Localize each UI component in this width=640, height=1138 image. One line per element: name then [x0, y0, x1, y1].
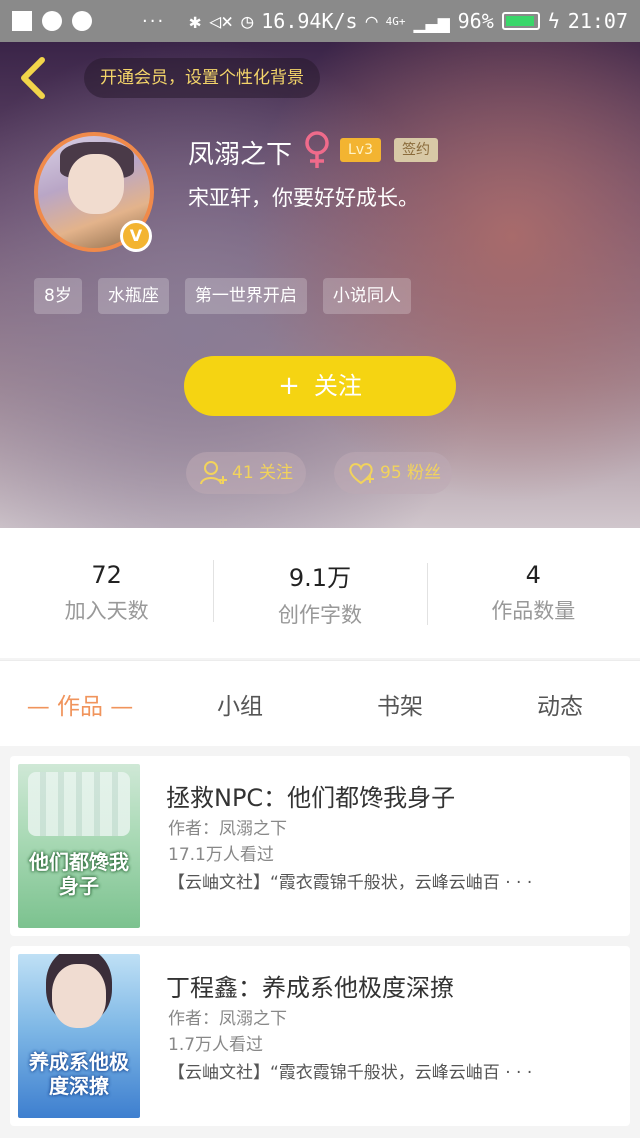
- stat-join-days: 72 加入天数: [0, 561, 213, 625]
- add-user-icon: [200, 461, 227, 485]
- stat-word-count: 9.1万 创作字数: [213, 558, 426, 629]
- avatar-face: [68, 154, 124, 214]
- stat-label: 加入天数: [64, 599, 149, 623]
- work-cover: 养成系他极度深撩: [18, 954, 140, 1118]
- tag-world: 第一世界开启: [184, 278, 307, 314]
- tab-groups[interactable]: 小组: [160, 687, 320, 721]
- battery-percent: 96%: [457, 9, 494, 33]
- status-bar: ··· ✱ ◁× ◷ 16.94K/s ◠ 4G+ ▁▃▅ 96% ϟ 21:0…: [0, 0, 640, 42]
- profile-tags: 8岁 水瓶座 第一世界开启 小说同人: [34, 278, 411, 314]
- level-badge: Lv3: [340, 138, 381, 162]
- work-description: 【云岫文社】“霞衣霞锦千般状，云峰云岫百 · · ·: [168, 1063, 533, 1083]
- mute-icon: ◁×: [209, 9, 234, 33]
- tab-works[interactable]: — 作品 —: [0, 687, 160, 721]
- stat-value: 4: [525, 561, 541, 589]
- signal-icon: ▁▃▅: [413, 9, 450, 33]
- more-notifications-icon: ···: [142, 10, 166, 32]
- cover-title: 养成系他极度深撩: [29, 1050, 129, 1098]
- stat-label: 创作字数: [277, 602, 362, 627]
- work-author: 作者：凤溺之下: [168, 1009, 287, 1029]
- battery-icon: [501, 12, 540, 30]
- tag-zodiac: 水瓶座: [97, 278, 169, 314]
- work-card[interactable]: 养成系他极度深撩 丁程鑫：养成系他极度深撩 作者：凤溺之下 1.7万人看过 【云…: [10, 946, 630, 1126]
- profile-header: 开通会员，设置个性化背景 V 凤溺之下 Lv3 签约 宋亚轩，你要好好成长。 8…: [0, 42, 640, 528]
- stat-value: 72: [91, 561, 122, 589]
- tab-bookshelf[interactable]: 书架: [320, 687, 480, 721]
- alarm-icon: ◷: [241, 9, 254, 33]
- female-icon: [305, 131, 329, 168]
- fans-count-button[interactable]: 95 粉丝: [334, 452, 452, 494]
- wifi-icon: ◠: [365, 9, 378, 33]
- work-card[interactable]: 他们都馋我身子 拯救NPC：他们都馋我身子 作者：凤溺之下 17.1万人看过 【…: [10, 756, 630, 936]
- signed-badge: 签约: [394, 138, 438, 162]
- verified-badge: V: [120, 220, 152, 252]
- vip-background-banner[interactable]: 开通会员，设置个性化背景: [84, 58, 320, 98]
- clock: 21:07: [567, 9, 628, 33]
- work-views: 1.7万人看过: [168, 1035, 264, 1055]
- following-count-button[interactable]: 41 关注: [186, 452, 306, 494]
- back-button[interactable]: [14, 56, 54, 100]
- search-app-icon: [42, 11, 62, 31]
- bluetooth-icon: ✱: [189, 9, 202, 33]
- heart-plus-icon: [349, 463, 374, 485]
- browser-app-icon: [72, 11, 92, 31]
- work-title: 拯救NPC：他们都馋我身子: [166, 784, 456, 812]
- work-views: 17.1万人看过: [168, 845, 274, 865]
- tab-activity[interactable]: 动态: [480, 687, 640, 721]
- cover-group-photo: [28, 772, 130, 836]
- network-speed: 16.94K/s: [261, 9, 358, 33]
- work-title: 丁程鑫：养成系他极度深撩: [166, 974, 454, 1002]
- work-cover: 他们都馋我身子: [18, 764, 140, 928]
- cover-title: 他们都馋我身子: [29, 850, 129, 898]
- stat-value: 9.1万: [288, 563, 352, 592]
- stat-label: 作品数量: [491, 599, 576, 623]
- user-motto: 宋亚轩，你要好好成长。: [188, 186, 419, 210]
- plus-icon: +: [278, 371, 300, 401]
- tag-genre: 小说同人: [322, 278, 411, 314]
- following-count: 41 关注: [232, 463, 294, 483]
- stat-works-count: 4 作品数量: [426, 561, 640, 625]
- profile-tabs: — 作品 — 小组 书架 动态: [0, 660, 640, 746]
- fans-count: 95 粉丝: [380, 463, 442, 483]
- cover-portrait: [52, 964, 106, 1028]
- work-author: 作者：凤溺之下: [168, 819, 287, 839]
- charging-icon: ϟ: [547, 9, 560, 33]
- stats-bar: 72 加入天数 9.1万 创作字数 4 作品数量: [0, 528, 640, 658]
- username: 凤溺之下: [188, 140, 293, 170]
- tag-age: 8岁: [34, 278, 82, 314]
- follow-label: 关注: [313, 372, 362, 400]
- notification-icon: [12, 11, 32, 31]
- work-description: 【云岫文社】“霞衣霞锦千般状，云峰云岫百 · · ·: [168, 873, 533, 893]
- follow-button[interactable]: + 关注: [184, 356, 456, 416]
- back-arrow-icon: [21, 57, 45, 99]
- network-type: 4G+: [385, 14, 406, 28]
